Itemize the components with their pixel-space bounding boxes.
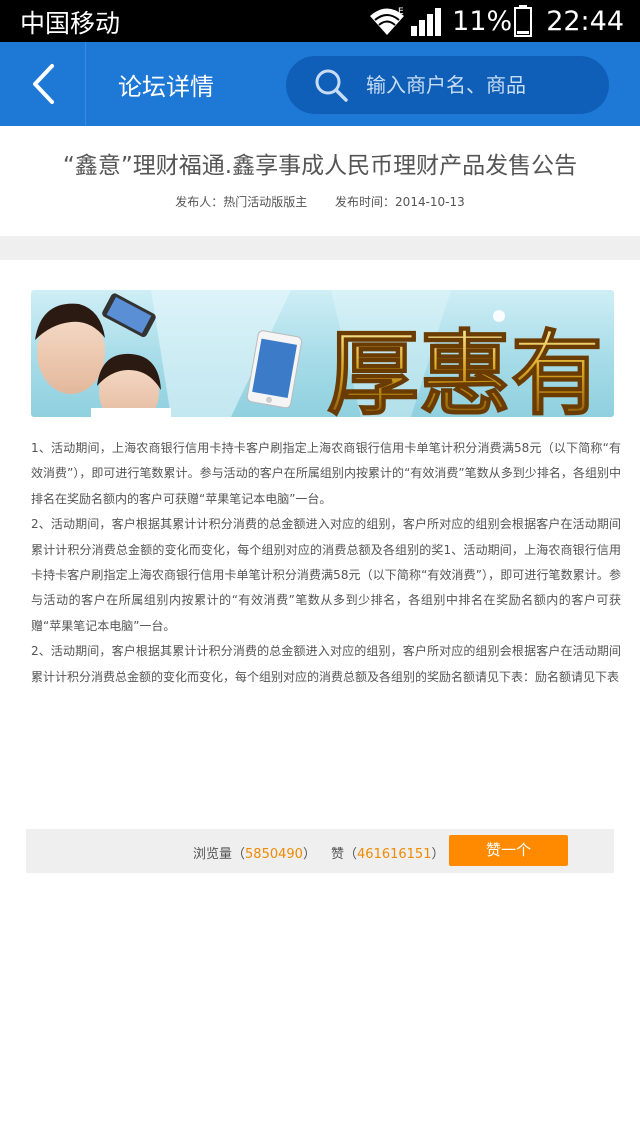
section-divider (0, 236, 640, 260)
clock: 22:44 (546, 5, 624, 37)
chevron-left-icon (32, 64, 54, 104)
banner-title: 厚惠有 (326, 320, 604, 417)
views-open-paren: （ (232, 847, 246, 862)
article-paragraph: 1、活动期间，上海农商银行信用卡持卡客户刷指定上海农商银行信用卡单笔计积分消费满… (31, 441, 621, 506)
svg-text:厚惠有: 厚惠有 (327, 321, 603, 417)
back-button[interactable] (0, 42, 86, 126)
article-paragraph: 2、活动期间，客户根据其累计计积分消费的总金额进入对应的组别，客户所对应的组别会… (31, 517, 621, 633)
banner-illustration: 厚惠有 (35, 290, 604, 417)
likes-open-paren: （ (344, 847, 358, 862)
likes-label: 赞 (331, 847, 345, 862)
wifi-icon: E (370, 7, 405, 35)
publish-time: 发布时间：2014-10-13 (335, 195, 465, 209)
battery-percent: 11% (452, 5, 513, 37)
search-bar[interactable] (286, 56, 609, 114)
stats-bar: 浏览量（5850490） 赞（461616151） 赞一个 (26, 829, 614, 873)
article-title: “鑫意”理财福通.鑫享事成人民币理财产品发售公告 (62, 153, 578, 179)
phone-image (102, 293, 156, 338)
article-meta: 发布人：热门活动版版主 发布时间：2014-10-13 (0, 193, 640, 210)
views-close-paren: ） (302, 847, 316, 862)
article-paragraph: 2、活动期间，客户根据其累计计积分消费的总金额进入对应的组别，客户所对应的组别会… (31, 644, 621, 684)
status-icons: E 11% 22:44 (368, 2, 624, 40)
likes-value: 461616151 (357, 847, 432, 862)
publisher: 发布人：热门活动版版主 (175, 195, 308, 209)
like-count: 赞（461616151） (331, 843, 445, 862)
battery-icon (514, 5, 533, 37)
app-header: 论坛详情 (0, 42, 640, 126)
signal-icon (411, 8, 442, 36)
views-value: 5850490 (245, 847, 303, 862)
search-icon[interactable] (314, 68, 348, 102)
article-body: 1、活动期间，上海农商银行信用卡持卡客户刷指定上海农商银行信用卡单笔计积分消费满… (31, 436, 621, 690)
likes-close-paren: ） (431, 847, 445, 862)
like-button[interactable]: 赞一个 (449, 835, 568, 866)
search-input[interactable] (366, 73, 586, 97)
views-label: 浏览量 (193, 847, 233, 862)
page-title: 论坛详情 (118, 73, 214, 101)
status-bar: 中国移动 E 11% 22:44 (0, 0, 640, 42)
view-count: 浏览量（5850490） (193, 843, 316, 862)
promo-banner[interactable]: 厚惠有 (31, 290, 614, 417)
svg-text:E: E (398, 7, 404, 17)
carrier-name: 中国移动 (20, 9, 121, 38)
